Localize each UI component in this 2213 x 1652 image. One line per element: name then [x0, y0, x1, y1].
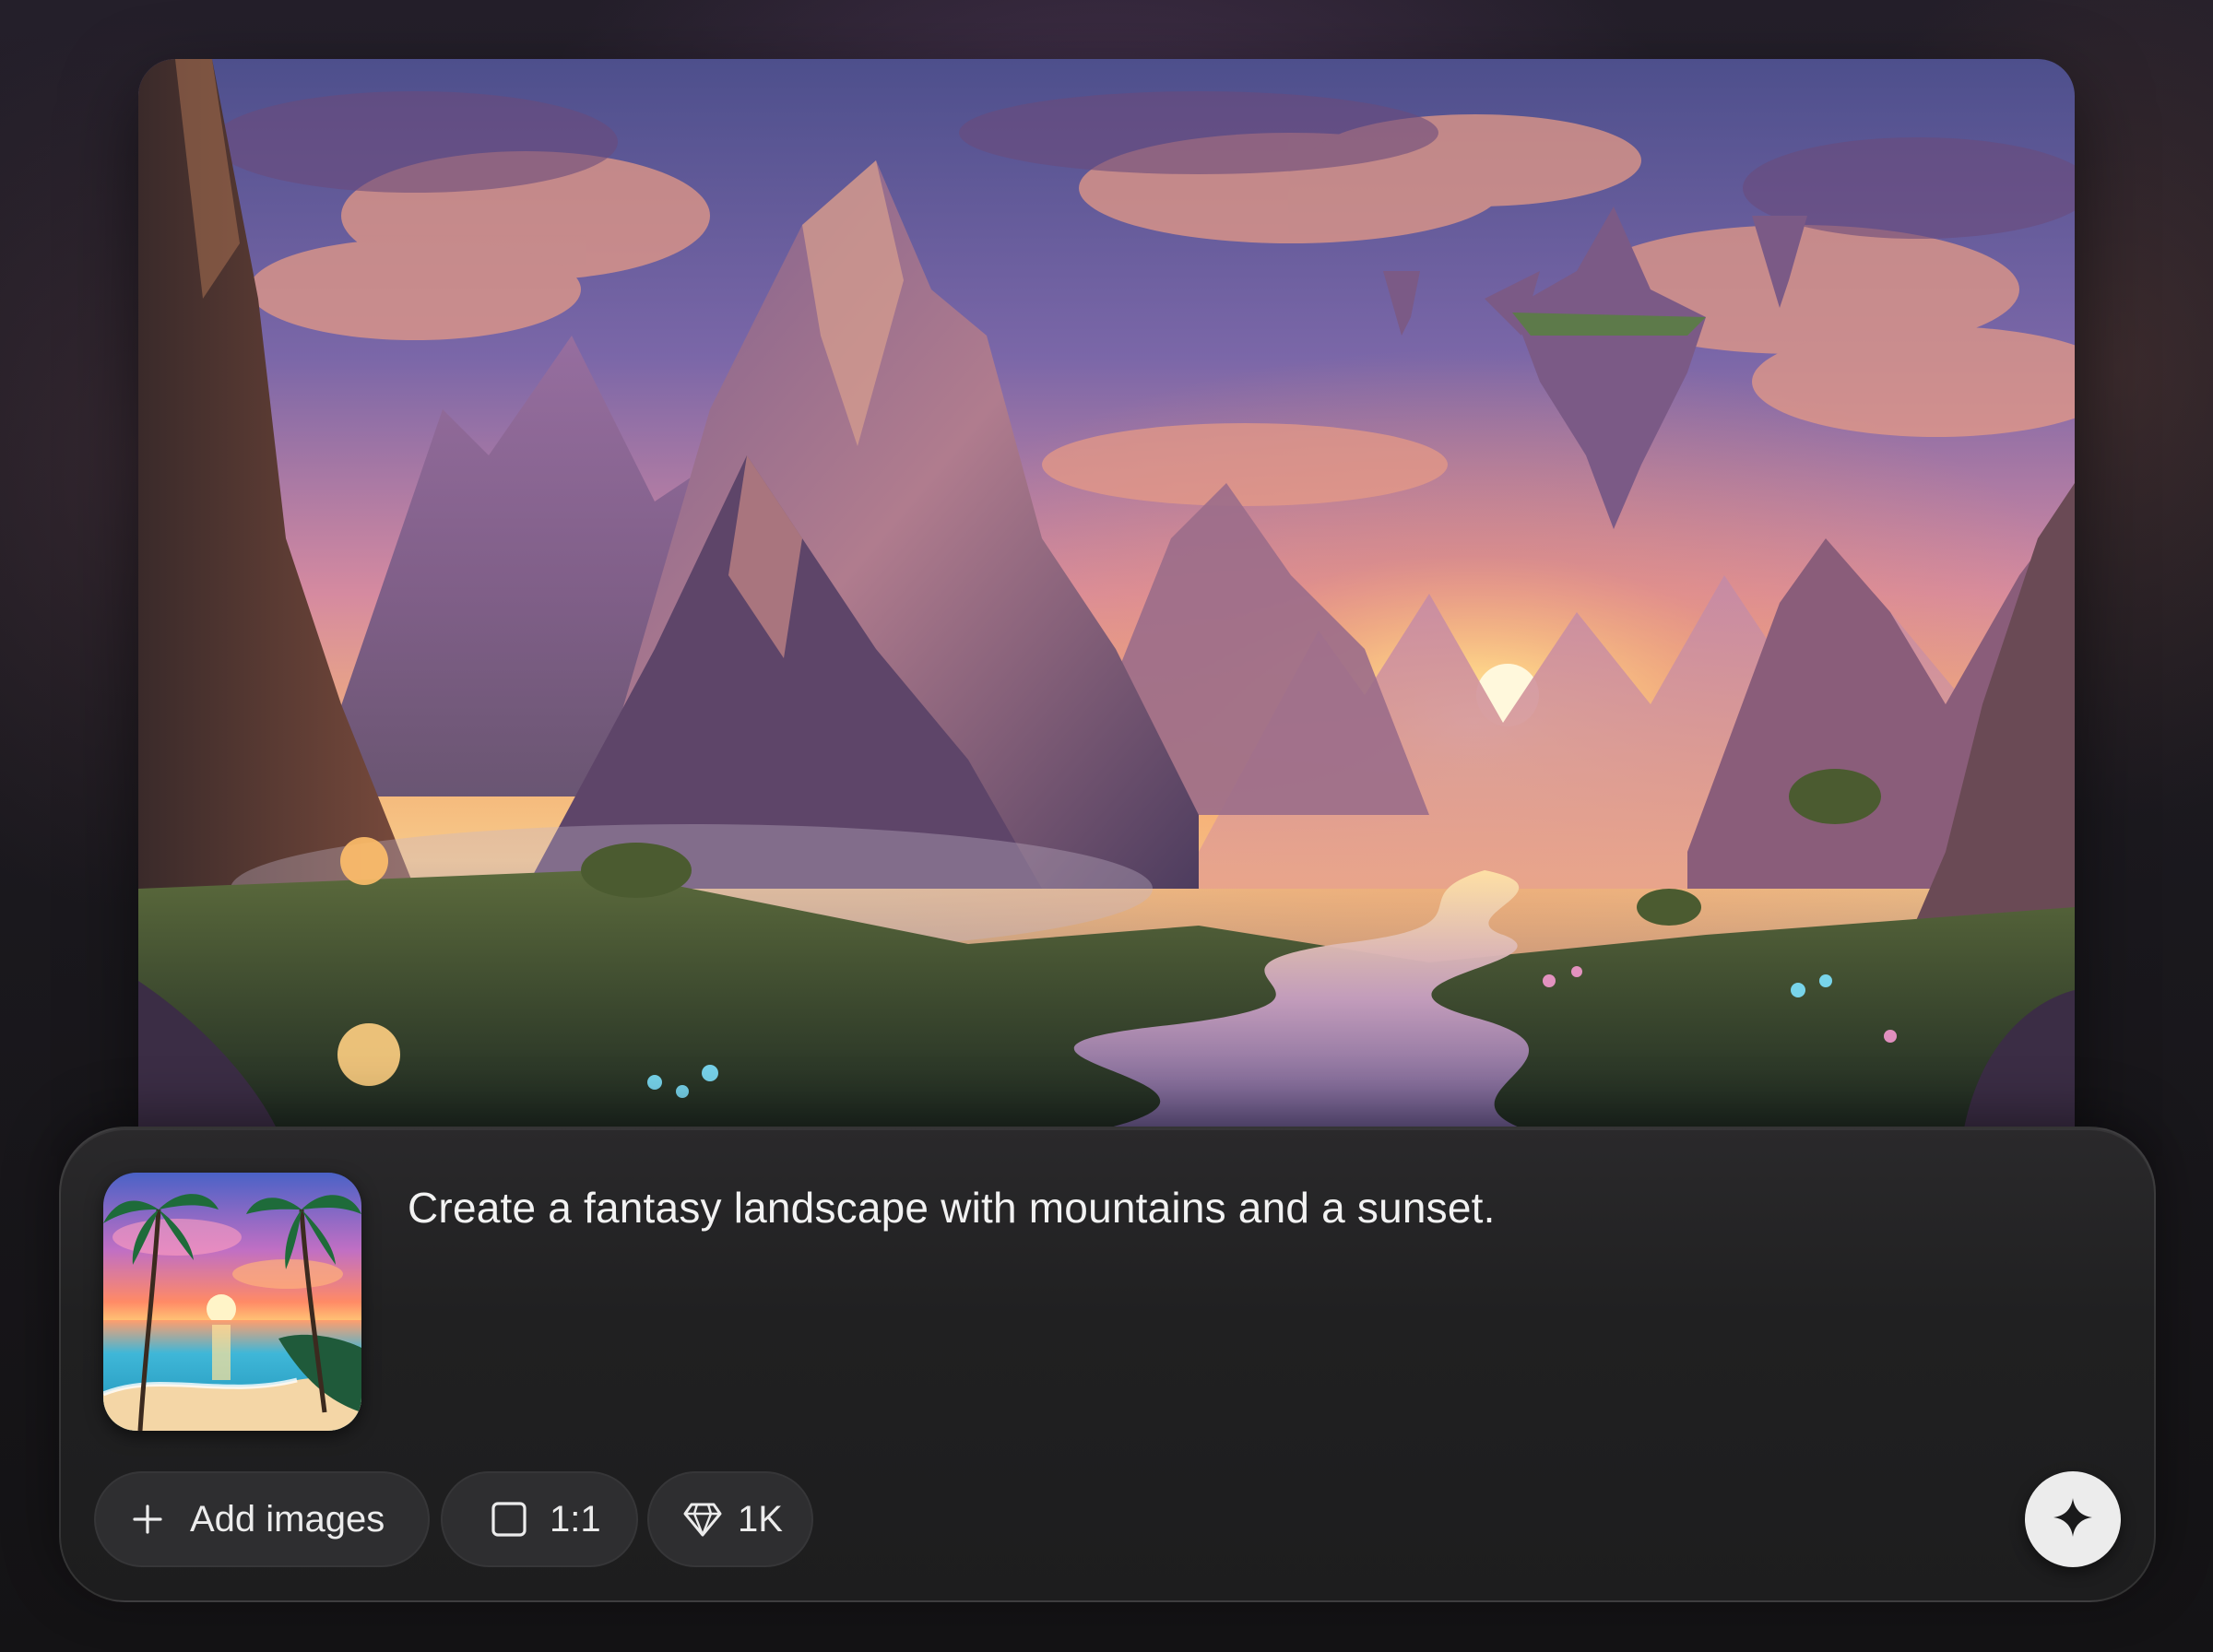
add-images-button[interactable]: Add images — [94, 1471, 430, 1567]
prompt-panel: Create a fantasy landscape with mountain… — [59, 1127, 2156, 1602]
tropical-beach-sunset-thumbnail — [103, 1173, 361, 1431]
reference-image-thumbnail[interactable] — [103, 1173, 361, 1431]
diamond-icon — [682, 1501, 723, 1538]
generate-button[interactable] — [2025, 1471, 2121, 1567]
fantasy-landscape-image — [138, 59, 2075, 1128]
plus-icon — [131, 1503, 164, 1536]
aspect-ratio-label: 1:1 — [550, 1498, 601, 1540]
sparkle-icon — [2052, 1496, 2094, 1543]
square-icon — [491, 1501, 527, 1538]
generated-image[interactable] — [138, 59, 2075, 1128]
resolution-label: 1K — [738, 1498, 783, 1540]
resolution-button[interactable]: 1K — [647, 1471, 813, 1567]
aspect-ratio-button[interactable]: 1:1 — [441, 1471, 638, 1567]
add-images-label: Add images — [190, 1498, 385, 1540]
prompt-input[interactable]: Create a fantasy landscape with mountain… — [408, 1180, 2067, 1235]
